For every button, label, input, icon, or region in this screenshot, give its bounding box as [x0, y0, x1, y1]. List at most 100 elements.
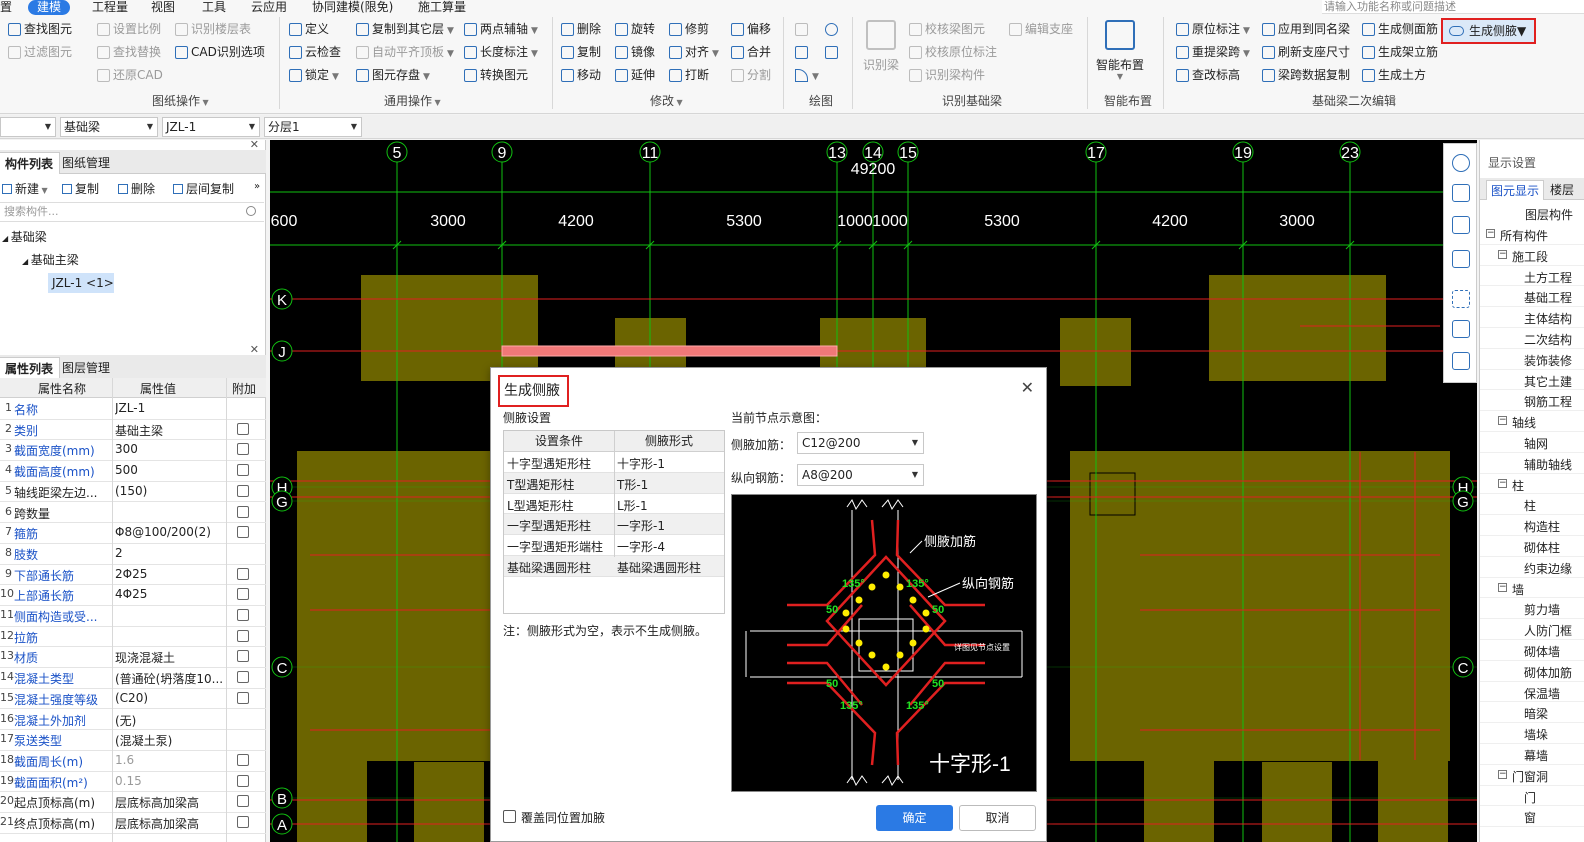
- display-tree-item[interactable]: − 墙: [1480, 578, 1584, 599]
- tree-node-jzl-1[interactable]: JZL-1 <1>: [48, 273, 114, 293]
- break-button[interactable]: 打断: [669, 66, 709, 85]
- tab-component-list[interactable]: 构件列表: [0, 152, 61, 174]
- filter-element-button[interactable]: 过滤图元: [8, 43, 72, 62]
- cad-options-button[interactable]: CAD识别选项: [175, 43, 265, 62]
- display-tree-item[interactable]: 暗梁: [1480, 702, 1584, 724]
- attach-checkbox[interactable]: [237, 816, 249, 828]
- property-value[interactable]: 500: [115, 463, 225, 477]
- attach-checkbox[interactable]: [237, 795, 249, 808]
- trim-button[interactable]: 修剪: [669, 20, 709, 39]
- collapse-icon[interactable]: −: [1486, 229, 1495, 238]
- display-tree-item[interactable]: 剪力墙: [1480, 598, 1584, 620]
- box-view-icon[interactable]: [1452, 250, 1470, 268]
- menu-item-modeling[interactable]: 建模: [28, 0, 71, 15]
- two-point-axis-button[interactable]: 两点辅轴 ▼: [464, 20, 538, 39]
- copy-button[interactable]: 复制: [561, 43, 601, 62]
- display-tree-item[interactable]: 辅助轴线: [1480, 453, 1584, 474]
- display-tree-item[interactable]: 砌体墙: [1480, 640, 1584, 661]
- apply-same-name-button[interactable]: 应用到同名梁: [1262, 20, 1350, 39]
- draw-circle-button[interactable]: [825, 20, 839, 39]
- property-value[interactable]: (C20): [115, 691, 225, 705]
- display-tree-item[interactable]: 窗: [1480, 806, 1584, 828]
- selected-beam-jzl-1[interactable]: [501, 345, 838, 357]
- attach-checkbox[interactable]: [237, 753, 249, 766]
- long-rebar-select[interactable]: A8@200 ▼: [797, 464, 924, 486]
- length-dimension-button[interactable]: 长度标注 ▼: [464, 43, 538, 62]
- verify-beam-button[interactable]: 校核梁图元: [909, 20, 985, 39]
- display-tree-item[interactable]: 钢筋工程: [1480, 390, 1584, 412]
- form-cell[interactable]: T形-1: [617, 476, 648, 493]
- display-tree-item[interactable]: 轴网: [1480, 432, 1584, 453]
- tab-floor-display[interactable]: 楼层: [1546, 180, 1578, 200]
- lock-button[interactable]: 锁定 ▼: [289, 66, 339, 85]
- refresh-support-button[interactable]: 刷新支座尺寸: [1262, 43, 1350, 62]
- property-value[interactable]: 层底标高加梁高: [115, 794, 225, 811]
- property-value[interactable]: (混凝土泵): [115, 732, 225, 749]
- menu-item-cloud[interactable]: 云应用: [251, 0, 287, 15]
- form-cell[interactable]: 十字形-1: [617, 455, 665, 472]
- attach-checkbox[interactable]: [237, 443, 249, 456]
- gen-side-haunch-button[interactable]: 生成侧腋▼: [1441, 18, 1536, 44]
- mirror-button[interactable]: 镜像: [615, 43, 655, 62]
- menu-item-view[interactable]: 视图: [151, 0, 175, 15]
- property-value[interactable]: 1.6: [115, 753, 225, 767]
- restore-cad-button[interactable]: 还原CAD: [97, 66, 163, 85]
- display-tree-item[interactable]: 二次结构: [1480, 328, 1584, 349]
- override-same-position-checkbox[interactable]: 覆盖同位置加腋: [503, 809, 605, 826]
- display-tree-item[interactable]: 其它土建: [1480, 370, 1584, 391]
- tab-drawing-manage[interactable]: 图纸管理: [56, 152, 116, 174]
- copy-between-floors-button[interactable]: 层间复制: [173, 180, 234, 198]
- form-cell[interactable]: 基础梁遇圆形柱: [617, 559, 701, 576]
- display-tree-item[interactable]: 柱: [1480, 494, 1584, 516]
- component-type-select[interactable]: 基础梁 ▼: [60, 117, 158, 137]
- merge-button[interactable]: 合并: [731, 43, 771, 62]
- define-button[interactable]: 定义: [289, 20, 329, 39]
- property-value[interactable]: 2Φ25: [115, 567, 225, 581]
- attach-checkbox[interactable]: [237, 671, 249, 684]
- display-tree-item[interactable]: − 所有构件: [1480, 224, 1584, 245]
- rotate-button[interactable]: 旋转: [615, 20, 655, 39]
- attach-checkbox[interactable]: [237, 691, 249, 704]
- attach-checkbox[interactable]: [237, 629, 249, 642]
- haunch-setting-row[interactable]: 基础梁遇圆形柱 基础梁遇圆形柱: [504, 556, 724, 577]
- display-tree-item[interactable]: 墙垛: [1480, 723, 1584, 744]
- fullscreen-icon[interactable]: [1452, 290, 1470, 308]
- component-search-input[interactable]: 搜索构件...: [0, 202, 264, 222]
- delete-component-button[interactable]: 删除: [118, 180, 155, 198]
- display-tree-item[interactable]: 砌体柱: [1480, 536, 1584, 557]
- menu-item-collab[interactable]: 协同建模(限免): [312, 0, 393, 15]
- extend-button[interactable]: 延伸: [615, 66, 655, 85]
- component-name-select[interactable]: JZL-1 ▼: [162, 117, 260, 137]
- collapse-icon[interactable]: −: [1498, 416, 1507, 426]
- set-scale-button[interactable]: 设置比例: [97, 20, 161, 39]
- display-tree-item[interactable]: 保温墙: [1480, 682, 1584, 703]
- cloud-check-button[interactable]: 云检查: [289, 43, 341, 62]
- display-tree-item[interactable]: − 柱: [1480, 474, 1584, 495]
- layer-select[interactable]: 分层1 ▼: [264, 117, 362, 137]
- attach-checkbox[interactable]: [237, 609, 249, 621]
- display-tree-item[interactable]: 砌体加筋: [1480, 661, 1584, 682]
- display-tree-item[interactable]: 约束边缘: [1480, 557, 1584, 578]
- tree-node-main-beam[interactable]: ◢ 基础主梁: [22, 251, 79, 268]
- display-tree-item[interactable]: − 轴线: [1480, 411, 1584, 432]
- display-tree-item[interactable]: 基础工程: [1480, 286, 1584, 308]
- attach-checkbox[interactable]: [237, 526, 249, 539]
- display-tree-item[interactable]: 人防门框: [1480, 619, 1584, 640]
- attach-checkbox[interactable]: [237, 505, 249, 518]
- property-value[interactable]: 基础主梁: [115, 422, 225, 439]
- cancel-button[interactable]: 取消: [959, 805, 1036, 831]
- property-value[interactable]: Φ8@100/200(2): [115, 525, 225, 539]
- menu-item-construction[interactable]: 施工算量: [418, 0, 466, 15]
- property-value[interactable]: 现浇混凝土: [115, 649, 225, 666]
- display-tree-item[interactable]: − 施工段: [1480, 245, 1584, 266]
- collapse-icon[interactable]: −: [1498, 249, 1507, 259]
- find-element-button[interactable]: 查找图元: [8, 20, 72, 39]
- offset-button[interactable]: 偏移: [731, 20, 771, 39]
- property-value[interactable]: 层底标高加梁高: [115, 815, 225, 832]
- form-cell[interactable]: 一字形-1: [617, 517, 665, 534]
- move-button[interactable]: 移动: [561, 66, 601, 85]
- collapse-icon[interactable]: −: [1498, 769, 1507, 779]
- draw-rect-button[interactable]: [825, 43, 839, 62]
- attach-checkbox[interactable]: [237, 422, 249, 435]
- display-tree-item[interactable]: − 门窗洞: [1480, 765, 1584, 786]
